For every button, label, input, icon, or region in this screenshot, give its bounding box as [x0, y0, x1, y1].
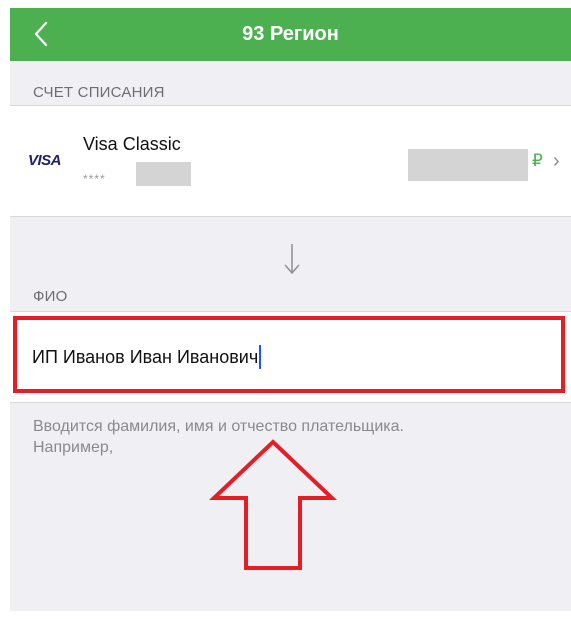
redacted-card-digits [136, 162, 191, 186]
chevron-right-icon: › [553, 150, 560, 172]
highlight-frame [13, 316, 565, 393]
arrow-up-outline-icon [208, 438, 338, 578]
visa-logo: VISA [28, 152, 62, 169]
payment-screen: 93 Регион СЧЕТ СПИСАНИЯ VISA Visa Classi… [10, 8, 571, 611]
page-title: 93 Регион [242, 23, 339, 45]
currency-symbol: ₽ [532, 151, 543, 170]
header-bar: 93 Регион [10, 8, 571, 61]
fio-hint-line: Вводится фамилия, имя и отчество платель… [33, 418, 404, 435]
debit-account-selector[interactable]: VISA Visa Classic **** ₽ › [10, 105, 571, 217]
debit-account-label: СЧЕТ СПИСАНИЯ [33, 84, 165, 101]
redacted-balance [408, 149, 528, 181]
arrow-down-icon [282, 242, 302, 281]
fio-label: ФИО [33, 288, 68, 305]
card-name: Visa Classic [83, 134, 181, 154]
card-number-mask: **** [83, 172, 106, 186]
